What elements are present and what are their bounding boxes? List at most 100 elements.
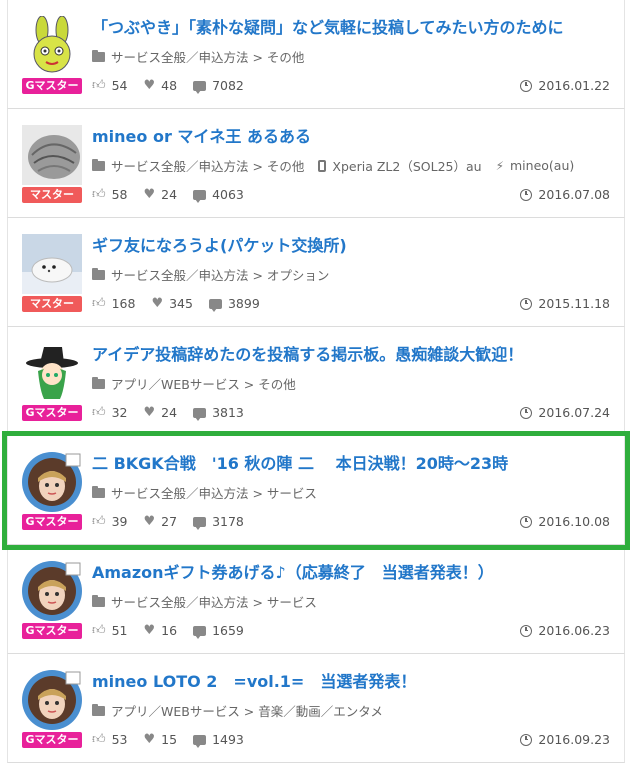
like-count: 32: [111, 405, 128, 420]
like-count: 53: [111, 732, 128, 747]
date-label: 2016.07.24: [538, 405, 610, 420]
like-stat: 👍︎ 53: [92, 732, 128, 747]
comment-count: 4063: [212, 187, 244, 202]
like-stat: 👍︎ 168: [92, 296, 135, 311]
thread-meta: サービス全般／申込方法 > サービス: [92, 592, 616, 611]
date-label: 2016.10.08: [538, 514, 610, 529]
category-link[interactable]: アプリ／WEBサービス > 音楽／動画／エンタメ: [111, 701, 383, 720]
category-link[interactable]: サービス全般／申込方法 > その他: [111, 47, 304, 66]
folder-icon: [92, 594, 105, 607]
seal-avatar-icon[interactable]: [22, 234, 82, 294]
thread-stats: 👍︎ 51 ♥ 16 1659: [92, 623, 260, 639]
category-link[interactable]: サービス全般／申込方法 > オプション: [111, 265, 329, 284]
heart-count: 345: [169, 296, 193, 311]
rank-badge: マスター: [22, 187, 82, 203]
device-label: Xperia ZL2（SOL25）au: [332, 159, 482, 174]
thread-title-link[interactable]: mineo LOTO 2 =vol.1= 当選者発表！: [92, 668, 616, 692]
like-count: 51: [111, 623, 128, 638]
like-count: 54: [111, 78, 128, 93]
carrier-label: mineo(au): [510, 158, 575, 173]
comment-icon: [193, 407, 207, 421]
thread-list-item[interactable]: Gマスター 二 BKGK合戦 '16 秋の陣 二 本日決戦！20時～23時 サー…: [2, 431, 630, 550]
comment-count: 1659: [212, 623, 244, 638]
thread-meta: サービス全般／申込方法 > オプション: [92, 265, 616, 284]
thread-list-item[interactable]: マスター ギフ友になろうよ(パケット交換所) サービス全般／申込方法 > オプシ…: [7, 218, 625, 327]
folder-icon: [92, 158, 105, 171]
girl-avatar-icon[interactable]: [22, 452, 82, 512]
heart-count: 27: [161, 514, 178, 529]
thread-list-item[interactable]: Gマスター mineo LOTO 2 =vol.1= 当選者発表！ アプリ／WE…: [7, 654, 625, 763]
comment-stat: 3178: [193, 514, 244, 530]
rank-badge: Gマスター: [22, 623, 82, 639]
thread-stats: 👍︎ 54 ♥ 48 7082: [92, 78, 260, 94]
thread-title-link[interactable]: アイデア投稿辞めたのを投稿する掲示板。愚痴雑談大歓迎！: [92, 341, 616, 365]
heart-icon: ♥: [143, 732, 156, 747]
rank-badge: Gマスター: [22, 514, 82, 530]
heart-stat: ♥ 48: [144, 78, 178, 93]
thread-date: 2016.09.23: [520, 732, 610, 747]
heart-icon: ♥: [151, 296, 164, 311]
date-label: 2016.09.23: [538, 732, 610, 747]
comment-icon: [193, 625, 207, 639]
folder-icon: [92, 485, 105, 498]
thread-stats: 👍︎ 39 ♥ 27 3178: [92, 514, 260, 530]
girl-avatar-icon[interactable]: [22, 561, 82, 621]
thread-meta: アプリ／WEBサービス > その他: [92, 374, 616, 393]
rabbit-avatar-icon[interactable]: [22, 16, 82, 76]
thread-title-link[interactable]: Amazonギフト券あげる♪（応募終了 当選者発表！）: [92, 559, 616, 583]
heart-count: 15: [161, 732, 178, 747]
thread-meta: アプリ／WEBサービス > 音楽／動画／エンタメ: [92, 701, 616, 720]
rank-badge: マスター: [22, 296, 82, 312]
thumbs-up-icon: 👍︎: [92, 187, 106, 202]
category-link[interactable]: サービス全般／申込方法 > サービス: [111, 483, 317, 502]
heart-icon: ♥: [143, 405, 156, 420]
comment-stat: 1493: [193, 732, 244, 748]
girl-avatar-icon[interactable]: [22, 670, 82, 730]
comment-stat: 4063: [193, 187, 244, 203]
category-link[interactable]: サービス全般／申込方法 > サービス: [111, 592, 317, 611]
comment-icon: [208, 298, 222, 312]
thread-title-link[interactable]: mineo or マイネ王 あるある: [92, 123, 616, 147]
heart-icon: ♥: [143, 187, 156, 202]
like-count: 168: [111, 296, 136, 311]
thread-list-item[interactable]: Gマスター 「つぶやき」「素朴な疑問」など気軽に投稿してみたい方のために サービ…: [7, 0, 625, 109]
thread-list-item[interactable]: Gマスター Amazonギフト券あげる♪（応募終了 当選者発表！） サービス全般…: [7, 545, 625, 654]
thread-list-item[interactable]: マスター mineo or マイネ王 あるある サービス全般／申込方法 > その…: [7, 109, 625, 218]
heart-stat: ♥ 27: [144, 514, 178, 529]
stone-avatar-icon[interactable]: [22, 125, 82, 185]
like-stat: 👍︎ 54: [92, 78, 128, 93]
category-link[interactable]: アプリ／WEBサービス > その他: [111, 374, 296, 393]
heart-stat: ♥ 24: [144, 405, 178, 420]
thumbs-up-icon: 👍︎: [92, 296, 106, 311]
thread-meta: サービス全般／申込方法 > その他 Xperia ZL2（SOL25）au ⚡ mi…: [92, 156, 616, 175]
clock-icon: [520, 515, 533, 528]
thumbs-up-icon: 👍︎: [92, 78, 106, 93]
witch-avatar-icon[interactable]: [22, 343, 82, 403]
thread-date: 2016.07.24: [520, 405, 610, 420]
comment-stat: 3899: [208, 296, 260, 312]
heart-count: 24: [161, 405, 178, 420]
category-link[interactable]: サービス全般／申込方法 > その他: [111, 156, 304, 175]
heart-icon: ♥: [143, 623, 156, 638]
clock-icon: [520, 406, 533, 419]
thread-title-link[interactable]: ギフ友になろうよ(パケット交換所): [92, 232, 616, 256]
heart-stat: ♥ 24: [144, 187, 178, 202]
like-stat: 👍︎ 32: [92, 405, 128, 420]
folder-icon: [92, 703, 105, 716]
heart-icon: ♥: [143, 78, 156, 93]
like-stat: 👍︎ 58: [92, 187, 128, 202]
comment-icon: [193, 189, 207, 203]
like-count: 39: [111, 514, 128, 529]
thread-title-link[interactable]: 「つぶやき」「素朴な疑問」など気軽に投稿してみたい方のために: [92, 14, 616, 38]
like-stat: 👍︎ 51: [92, 623, 128, 638]
comment-count: 3178: [212, 514, 244, 529]
heart-icon: ♥: [143, 514, 156, 529]
thumbs-up-icon: 👍︎: [92, 514, 106, 529]
comment-icon: [193, 516, 207, 530]
comment-icon: [193, 80, 207, 94]
thread-date: 2015.11.18: [520, 296, 610, 311]
comment-stat: 1659: [193, 623, 244, 639]
thread-list-item[interactable]: Gマスター アイデア投稿辞めたのを投稿する掲示板。愚痴雑談大歓迎！ アプリ／WE…: [7, 327, 625, 436]
bolt-icon: ⚡: [495, 158, 504, 173]
thread-title-link[interactable]: 二 BKGK合戦 '16 秋の陣 二 本日決戦！20時～23時: [92, 450, 616, 474]
